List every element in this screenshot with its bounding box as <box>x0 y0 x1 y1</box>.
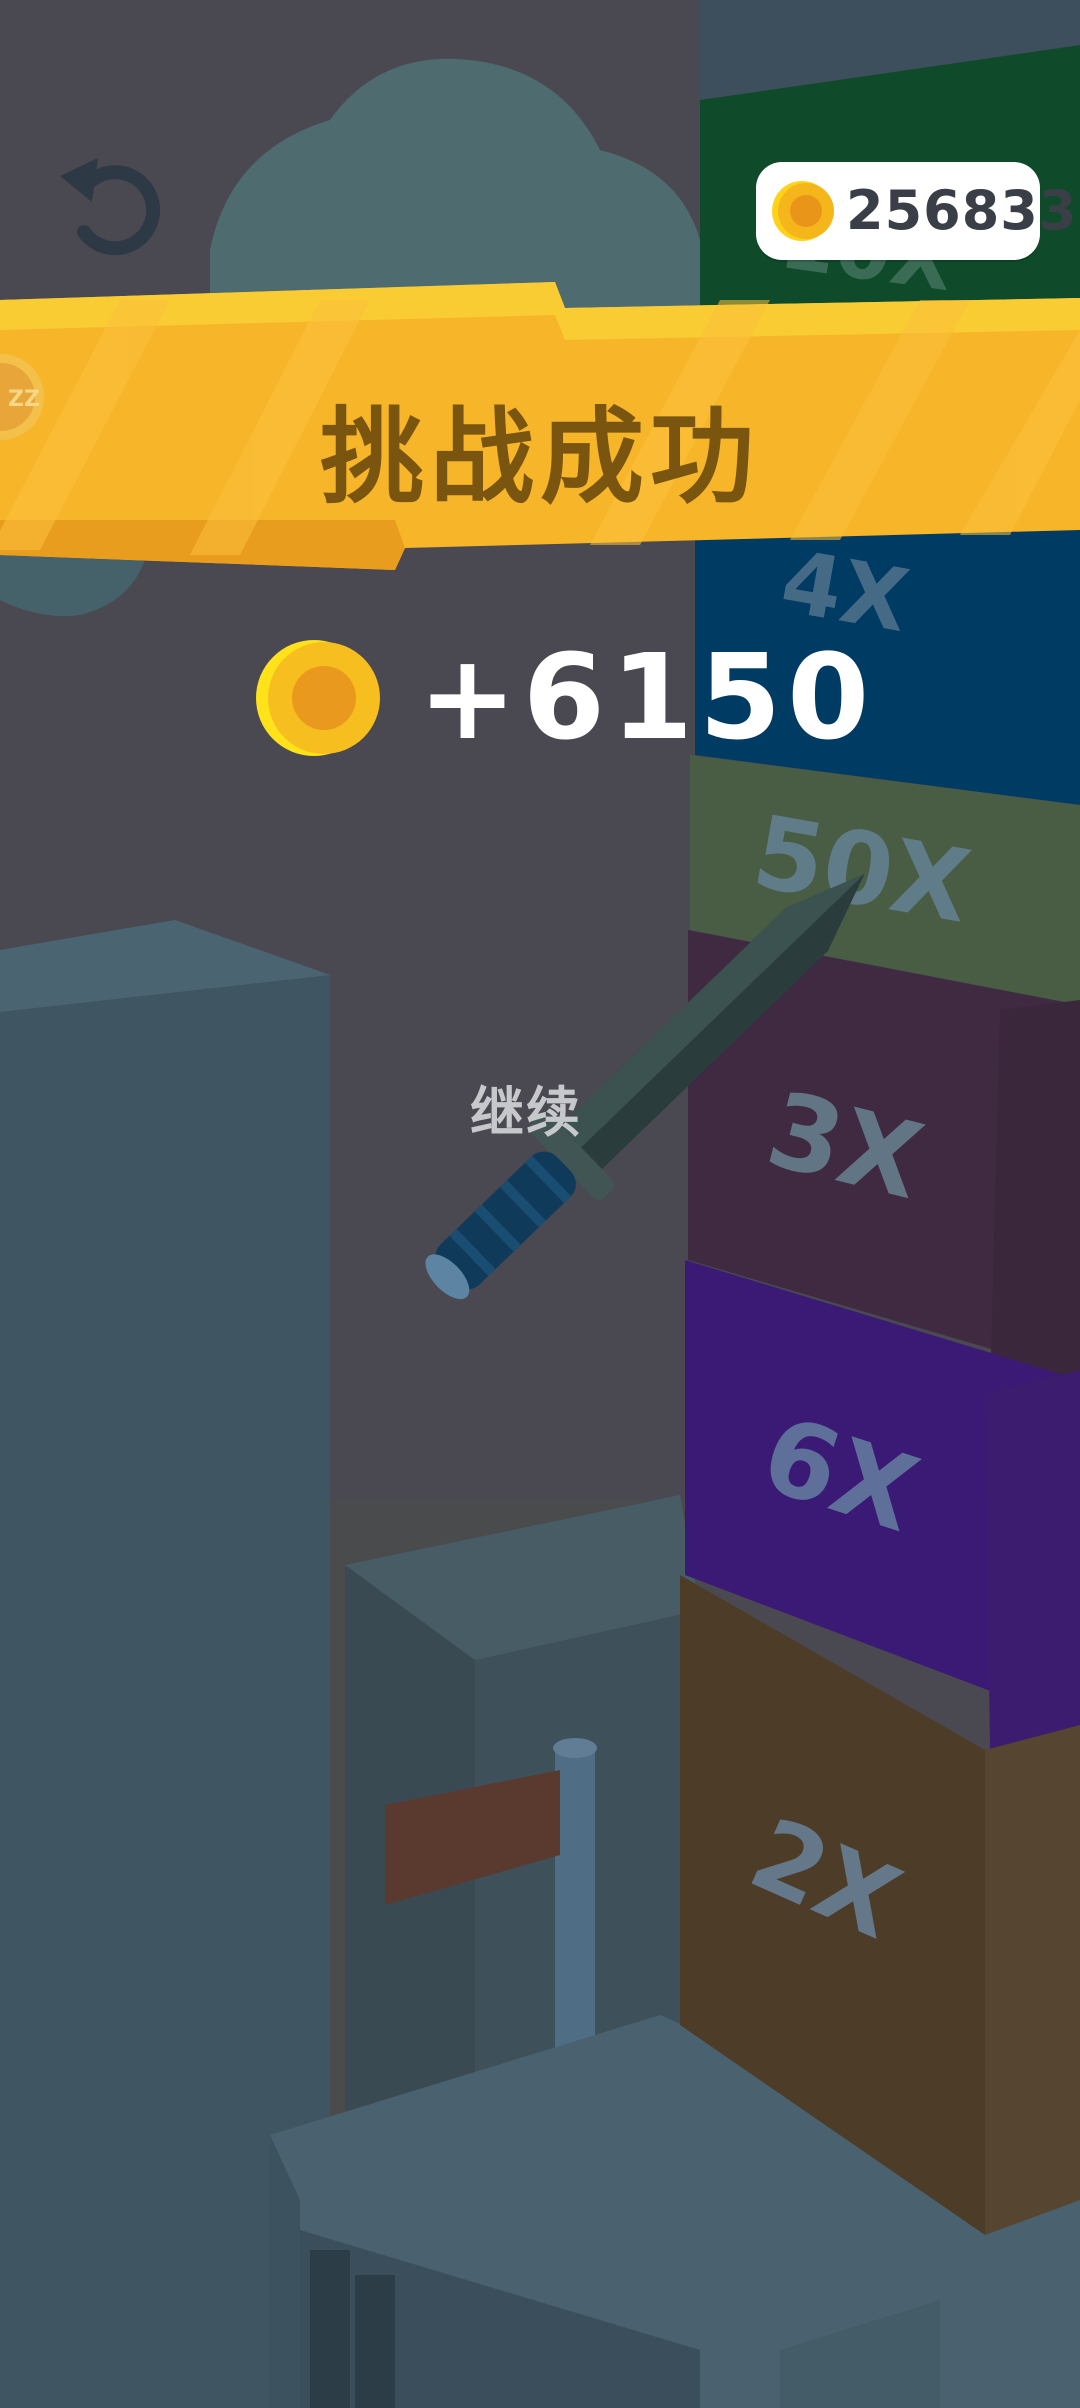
game-scene: 10X 4X 50X 3X 6X 2X <box>0 0 1080 2408</box>
challenge-success-title: 挑战成功 <box>319 396 760 518</box>
coin-balance-badge: 256833 <box>756 162 1076 260</box>
continue-button[interactable]: 继续 <box>470 1068 582 1147</box>
coin-balance-value: 256833 <box>846 179 1078 242</box>
coin-icon <box>256 640 380 756</box>
coin-icon <box>772 181 834 241</box>
reward-value: +6150 <box>418 628 876 766</box>
undo-arrow-icon[interactable] <box>52 150 164 262</box>
